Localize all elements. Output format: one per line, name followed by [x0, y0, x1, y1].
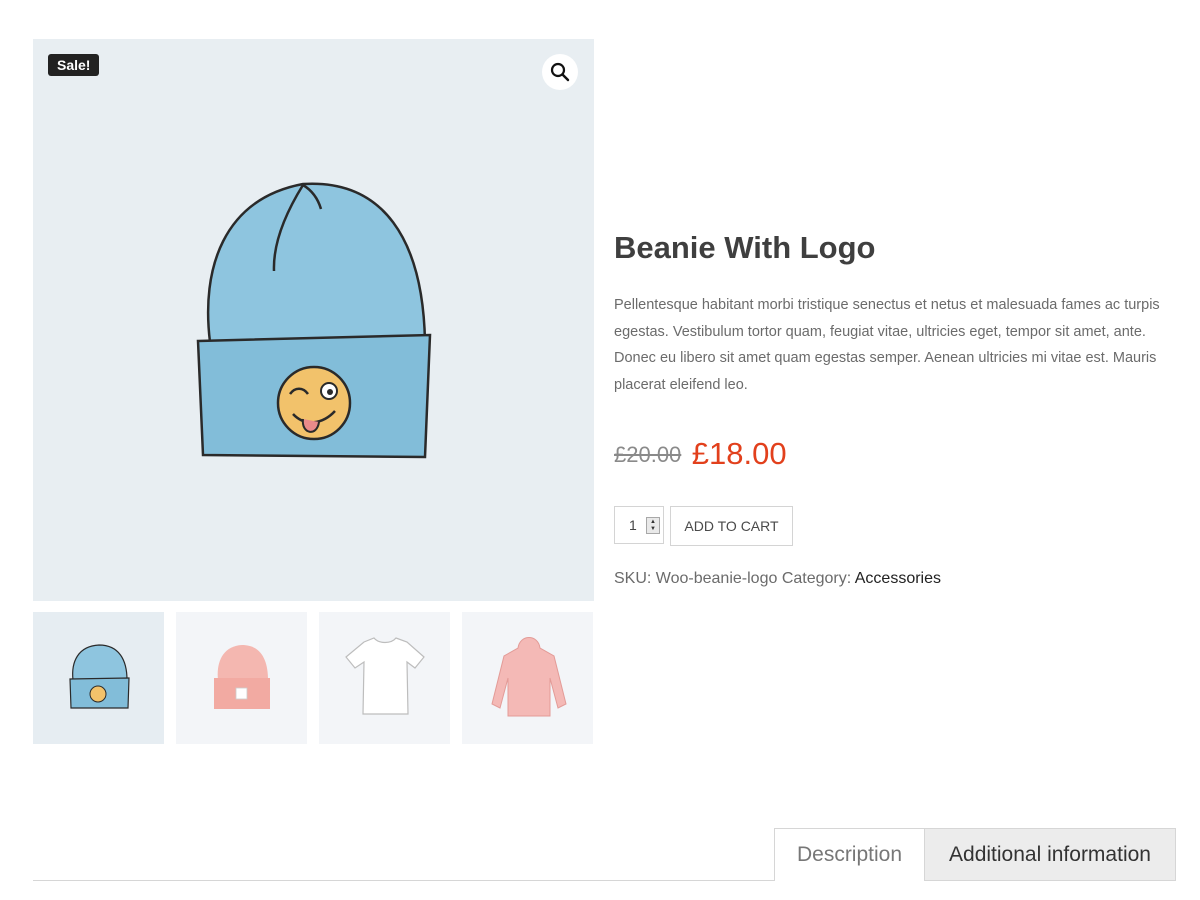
gallery-thumbnails [33, 612, 594, 744]
category-label: Category: [781, 570, 852, 587]
pink-beanie-thumbnail-image [214, 645, 270, 709]
tab-description[interactable]: Description [774, 828, 925, 881]
sku-label: SKU: [614, 570, 652, 587]
category-link[interactable]: Accessories [855, 570, 941, 587]
sale-badge: Sale! [48, 54, 100, 76]
product-price: £20.00 £18.00 [614, 436, 787, 472]
product-short-description: Pellentesque habitant morbi tristique se… [614, 297, 1160, 393]
thumbnail-pink-beanie[interactable] [176, 612, 307, 744]
sale-price: £18.00 [691, 436, 787, 471]
tab-additional-information[interactable]: Additional information [924, 828, 1176, 881]
quantity-input[interactable]: 1 ▲ ▼ [614, 506, 664, 544]
thumbnail-hoodie[interactable] [462, 612, 593, 744]
regular-price: £20.00 [614, 442, 682, 467]
product-meta: SKU: Woo-beanie-logo Category: Accessori… [614, 570, 941, 588]
zoom-button[interactable] [542, 54, 578, 90]
product-title: Beanie With Logo [614, 230, 876, 265]
quantity-value[interactable]: 1 [629, 517, 637, 533]
thumbnail-blue-beanie[interactable] [33, 612, 164, 744]
sku-value: Woo-beanie-logo [655, 570, 778, 587]
stepper-up-icon[interactable]: ▲ [650, 519, 656, 526]
stepper-down-icon[interactable]: ▼ [650, 526, 656, 533]
main-product-image[interactable] [33, 39, 594, 601]
blue-beanie-thumbnail-image [69, 644, 130, 709]
hoodie-thumbnail-image [491, 637, 567, 717]
magnifier-icon [550, 62, 570, 82]
product-gallery: Sale! [33, 39, 594, 601]
thumbnail-tshirt[interactable] [319, 612, 450, 744]
tshirt-thumbnail-image [345, 637, 425, 715]
add-to-cart-button[interactable]: ADD TO CART [670, 506, 793, 546]
quantity-stepper[interactable]: ▲ ▼ [646, 517, 660, 534]
